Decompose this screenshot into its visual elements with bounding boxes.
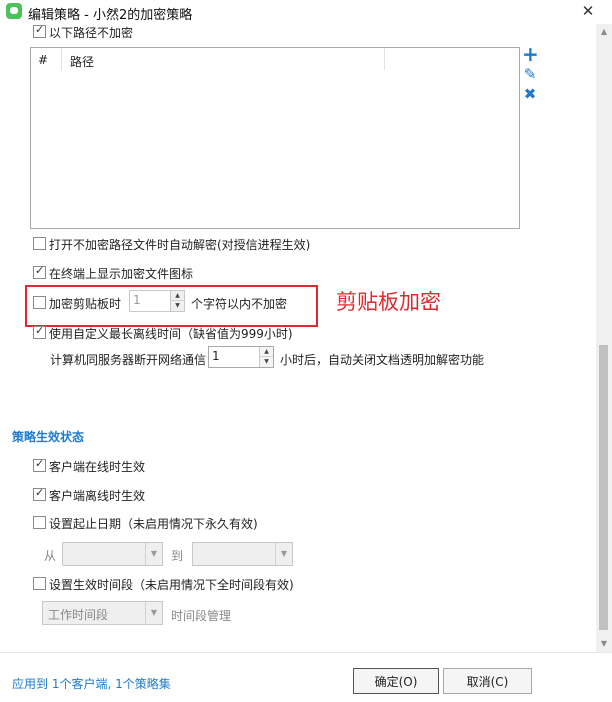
footer-divider	[0, 652, 612, 653]
path-table[interactable]	[30, 47, 520, 229]
chevron-down-icon: ▼	[275, 543, 292, 565]
auto-decrypt-checkbox[interactable]	[33, 237, 46, 250]
offline-hours-value: 1	[212, 349, 220, 363]
offline-detail-suffix: 小时后，自动关闭文档透明加解密功能	[280, 353, 485, 367]
offline-effect-checkbox[interactable]	[33, 486, 46, 501]
time-period-select-value: 工作时间段	[48, 608, 109, 622]
show-icon-label: 在终端上显示加密文件图标	[49, 267, 194, 281]
date-to-label: 到	[171, 549, 184, 563]
date-range-checkbox[interactable]	[33, 516, 46, 529]
stepper-up-icon[interactable]: ▲	[260, 347, 273, 357]
apply-info-link[interactable]: 应用到 1个客户端, 1个策略集	[12, 675, 171, 692]
stepper-arrows[interactable]: ▲ ▼	[259, 347, 273, 367]
time-period-label: 设置生效时间段（未启用情况下全时间段有效)	[49, 578, 294, 592]
time-period-checkbox[interactable]	[33, 577, 46, 590]
online-effect-label: 客户端在线时生效	[49, 460, 146, 474]
time-period-manage-link[interactable]: 时间段管理	[171, 607, 231, 624]
time-period-select[interactable]: 工作时间段 ▼	[42, 601, 163, 625]
exclude-paths-checkbox[interactable]	[33, 23, 46, 38]
title-bar: 编辑策略 - 小然2的加密策略 ✕	[0, 0, 612, 24]
chevron-down-icon: ▼	[145, 543, 162, 565]
offline-detail-prefix: 计算机同服务器断开网络通信	[50, 353, 207, 367]
offline-time-checkbox[interactable]	[33, 324, 46, 339]
scroll-up-icon[interactable]: ▲	[596, 24, 612, 40]
chevron-down-icon: ▼	[145, 602, 162, 624]
scrollbar-thumb[interactable]	[599, 345, 608, 630]
offline-effect-label: 客户端离线时生效	[49, 489, 146, 503]
column-header-path[interactable]: 路径	[70, 53, 94, 70]
column-divider	[61, 48, 62, 70]
online-effect-checkbox[interactable]	[33, 457, 46, 472]
exclude-paths-label: 以下路径不加密	[49, 26, 134, 40]
annotation-label: 剪贴板加密	[336, 290, 441, 314]
end-date-select[interactable]: ▼	[192, 542, 293, 566]
show-icon-checkbox[interactable]	[33, 264, 46, 279]
date-range-label: 设置起止日期（未启用情况下永久有效)	[49, 517, 258, 531]
column-header-index[interactable]: #	[38, 53, 48, 67]
date-from-label: 从	[44, 549, 57, 563]
start-date-select[interactable]: ▼	[62, 542, 163, 566]
ok-button[interactable]: 确定(O)	[353, 668, 439, 694]
edit-path-icon[interactable]: ✎	[522, 66, 538, 82]
auto-decrypt-label: 打开不加密路径文件时自动解密(对授信进程生效)	[49, 238, 311, 252]
add-path-icon[interactable]: +	[522, 44, 539, 64]
scroll-down-icon[interactable]: ▼	[596, 636, 612, 652]
delete-path-icon[interactable]: ✖	[522, 86, 538, 102]
column-divider	[384, 48, 385, 70]
highlight-box	[25, 285, 318, 327]
close-icon[interactable]: ✕	[578, 1, 598, 21]
stepper-down-icon[interactable]: ▼	[260, 357, 273, 367]
app-icon	[6, 3, 22, 19]
offline-time-label: 使用自定义最长离线时间（缺省值为999小时)	[49, 327, 293, 341]
window-title: 编辑策略 - 小然2的加密策略	[28, 8, 193, 23]
offline-hours-stepper[interactable]: 1 ▲ ▼	[208, 346, 274, 368]
section-title-status: 策略生效状态	[12, 430, 85, 444]
cancel-button[interactable]: 取消(C)	[443, 668, 532, 694]
